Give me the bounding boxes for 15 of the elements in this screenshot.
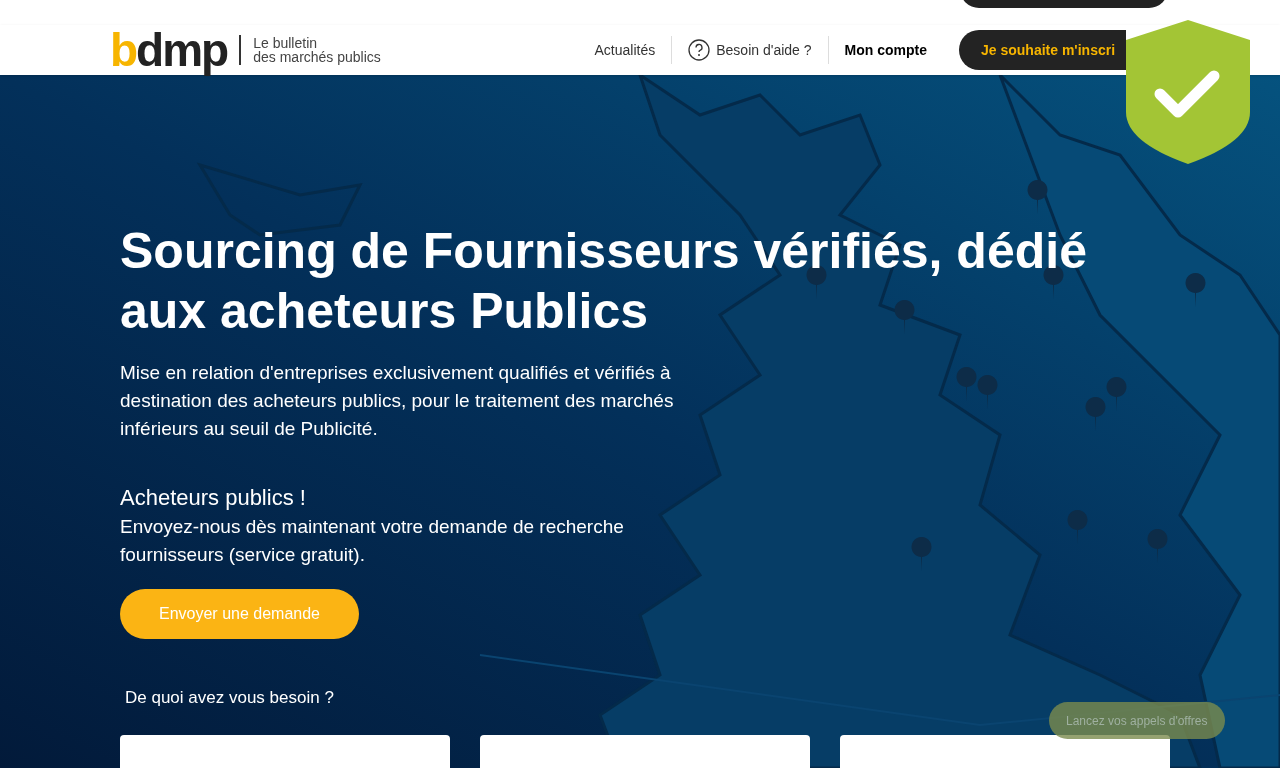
logo-tagline: Le bulletin <box>253 36 319 50</box>
logo-tagline: des marchés publics <box>253 50 381 64</box>
input-field[interactable] <box>480 734 810 768</box>
section-text: Envoyez-nous dès maintenant votre demande de recherche fournisseurs (service gratuit). <box>120 515 625 567</box>
help-icon <box>688 39 711 61</box>
section-heading: Acheteurs publics ! <box>120 484 306 512</box>
question-label: De quoi avez vous besoin ? <box>125 687 334 709</box>
signup-button[interactable]: Je souhaite m'inscri <box>959 30 1126 70</box>
hero-title: Sourcing de Fournisseurs vérifiés, dédié aux acheteurs Publics <box>120 222 1088 341</box>
account-link[interactable]: Mon compte <box>828 39 943 61</box>
nav-link[interactable]: Actualités <box>578 39 672 61</box>
help-link[interactable]: Besoin d'aide ? <box>672 39 828 61</box>
input-field[interactable] <box>120 734 450 768</box>
hero-description: Mise en relation d'entreprises exclusivement qualifiés et vérifiés à destination des acheteurs publics, pour le traitement des marchés inférieurs au seuil de Publicité. <box>120 361 675 441</box>
input-field[interactable] <box>840 734 1170 768</box>
